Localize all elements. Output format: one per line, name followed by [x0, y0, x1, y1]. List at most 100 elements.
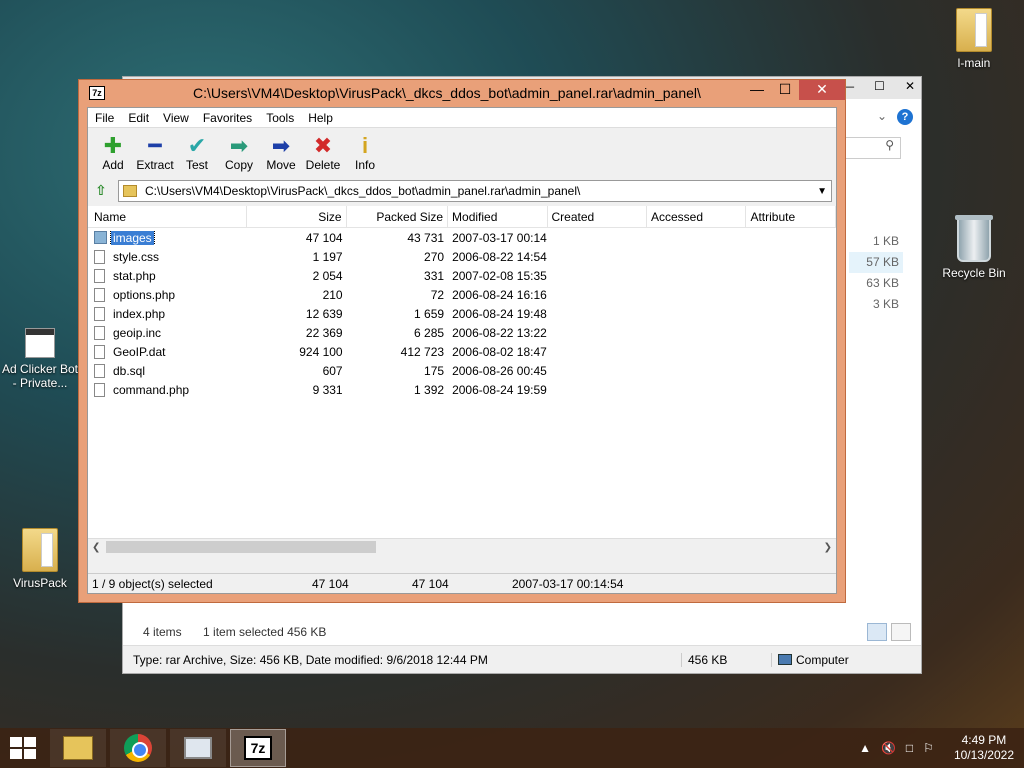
address-bar: ⇧ C:\Users\VM4\Desktop\VirusPack\_dkcs_d… [88, 178, 836, 204]
file-name: command.php [113, 382, 190, 397]
chevron-down-icon[interactable]: ⌄ [877, 109, 887, 123]
system-tray: ▲ 🔇 □ ⚐ 4:49 PM 10/13/2022 [859, 733, 1024, 763]
scroll-left-icon[interactable]: ❮ [92, 539, 100, 555]
toolbar-add-button[interactable]: ✚ Add [92, 134, 134, 178]
toolbar-test-button[interactable]: ✔ Test [176, 134, 218, 178]
menu-tools[interactable]: Tools [259, 111, 301, 125]
taskbar: 7z ▲ 🔇 □ ⚐ 4:49 PM 10/13/2022 [0, 728, 1024, 768]
file-name-cell: geoip.inc [88, 325, 247, 340]
toolbar-delete-button[interactable]: ✖ Delete [302, 134, 344, 178]
file-packed-cell: 270 [424, 249, 445, 264]
toolbar-move-button[interactable]: ➡ Move [260, 134, 302, 178]
file-name-cell: images [88, 230, 247, 245]
toolbar-copy-button[interactable]: ➡ Copy [218, 134, 260, 178]
7zip-client: File Edit View Favorites Tools Help ✚ Add… [87, 107, 837, 594]
toolbar-button-label: Info [354, 158, 375, 172]
close-button[interactable]: ✕ [799, 80, 845, 100]
network-icon[interactable]: □ [906, 741, 913, 755]
toolbar-button-label: Copy [224, 158, 253, 172]
test-icon: ✔ [187, 133, 207, 158]
desktop-icon-label: Recycle Bin [942, 266, 1006, 280]
table-row[interactable]: style.css 1 197 270 2006-08-22 14:54 [88, 247, 836, 266]
table-row[interactable]: geoip.inc 22 369 6 285 2006-08-22 13:22 [88, 323, 836, 342]
size-cell: 63 KB [866, 276, 899, 290]
table-row[interactable]: index.php 12 639 1 659 2006-08-24 19:48 [88, 304, 836, 323]
file-rows: images 47 104 43 731 2007-03-17 00:14 style.… [88, 228, 836, 399]
start-button[interactable] [0, 728, 46, 768]
monitor-icon [184, 737, 212, 759]
maximize-button[interactable]: ☐ [771, 80, 799, 100]
menu-help[interactable]: Help [301, 111, 340, 125]
table-row[interactable]: stat.php 2 054 331 2007-02-08 15:35 [88, 266, 836, 285]
toolbar-button-label: Delete [305, 158, 341, 172]
table-row[interactable]: options.php 210 72 2006-08-24 16:16 [88, 285, 836, 304]
table-row[interactable]: GeoIP.dat 924 100 412 723 2006-08-02 18:47 [88, 342, 836, 361]
minimize-button[interactable]: — [743, 80, 771, 100]
volume-muted-icon[interactable]: 🔇 [881, 741, 896, 755]
taskbar-file-explorer[interactable] [50, 729, 106, 767]
close-button[interactable]: ✕ [905, 79, 915, 93]
toolbar-button-label: Extract [136, 158, 174, 172]
help-icon[interactable]: ? [897, 109, 913, 125]
column-packed-size[interactable]: Packed Size [347, 206, 449, 228]
taskbar-monitor[interactable] [170, 729, 226, 767]
up-folder-icon[interactable]: ⇧ [92, 182, 110, 200]
toolbar-info-button[interactable]: i Info [344, 134, 386, 178]
7zip-titlebar[interactable]: 7z C:\Users\VM4\Desktop\VirusPack\_dkcs_… [79, 80, 845, 106]
tray-overflow-icon[interactable]: ▲ [859, 741, 871, 755]
column-modified[interactable]: Modified [448, 206, 548, 228]
folder-icon [123, 185, 137, 197]
size-cell: 1 KB [872, 234, 899, 248]
menu-favorites[interactable]: Favorites [196, 111, 259, 125]
windows-logo-icon [10, 737, 36, 759]
table-row[interactable]: images 47 104 43 731 2007-03-17 00:14 [88, 228, 836, 247]
status-bar: 1 / 9 object(s) selected 47 104 47 104 2… [88, 573, 836, 593]
menu-view[interactable]: View [156, 111, 196, 125]
column-accessed[interactable]: Accessed [647, 206, 747, 228]
file-name: stat.php [113, 268, 156, 283]
file-icon [94, 306, 105, 321]
menu-file[interactable]: File [88, 111, 121, 125]
table-row[interactable]: command.php 9 331 1 392 2006-08-24 19:59 [88, 380, 836, 399]
file-icon [94, 287, 105, 302]
file-list-header: Name Size Packed Size Modified Created A… [88, 206, 836, 228]
desktop-icon-l-main[interactable]: l-main [934, 8, 1014, 70]
move-icon: ➡ [271, 133, 291, 158]
details-view-icon[interactable] [867, 623, 887, 641]
action-center-icon[interactable]: ⚐ [923, 741, 934, 755]
computer-location: Computer [771, 652, 921, 667]
file-packed-cell: 331 [424, 268, 445, 283]
file-packed-cell: 1 659 [414, 306, 445, 321]
column-size[interactable]: Size [247, 206, 347, 228]
desktop-icon-ad-clicker[interactable]: Ad Clicker Bot - Private... [0, 328, 80, 390]
folder-icon [22, 528, 58, 572]
address-input[interactable]: C:\Users\VM4\Desktop\VirusPack\_dkcs_ddo… [118, 180, 832, 202]
clock-time: 4:49 PM [961, 733, 1007, 747]
horizontal-scrollbar[interactable]: ❮ ❯ [88, 538, 836, 555]
toolbar-extract-button[interactable]: ━ Extract [134, 134, 176, 178]
taskbar-7zip[interactable]: 7z [230, 729, 286, 767]
large-icons-view-icon[interactable] [891, 623, 911, 641]
column-name[interactable]: Name [88, 206, 248, 228]
taskbar-chrome[interactable] [110, 729, 166, 767]
file-modified-cell: 2006-08-24 16:16 [452, 287, 547, 302]
column-attributes[interactable]: Attribute [746, 206, 836, 228]
file-packed-cell: 72 [430, 287, 445, 302]
clock[interactable]: 4:49 PM 10/13/2022 [954, 733, 1014, 763]
chevron-down-icon[interactable]: ▼ [817, 186, 831, 197]
search-icon: ⚲ [885, 138, 894, 152]
file-size-cell: 1 197 [312, 249, 343, 264]
menu-edit[interactable]: Edit [121, 111, 156, 125]
file-size-cell: 12 639 [305, 306, 343, 321]
column-created[interactable]: Created [548, 206, 647, 228]
scroll-right-icon[interactable]: ❯ [824, 539, 832, 555]
desktop-icon-viruspack[interactable]: VirusPack [0, 528, 80, 590]
file-icon [94, 382, 105, 397]
desktop-icon-recycle-bin[interactable]: Recycle Bin [934, 215, 1014, 280]
scrollbar-thumb[interactable] [106, 541, 376, 553]
status-packed: 47 104 [412, 576, 449, 591]
table-row[interactable]: db.sql 607 175 2006-08-26 00:45 [88, 361, 836, 380]
maximize-button[interactable]: ☐ [874, 79, 885, 93]
search-input[interactable]: ⚲ [841, 137, 901, 159]
chrome-icon [124, 734, 152, 762]
